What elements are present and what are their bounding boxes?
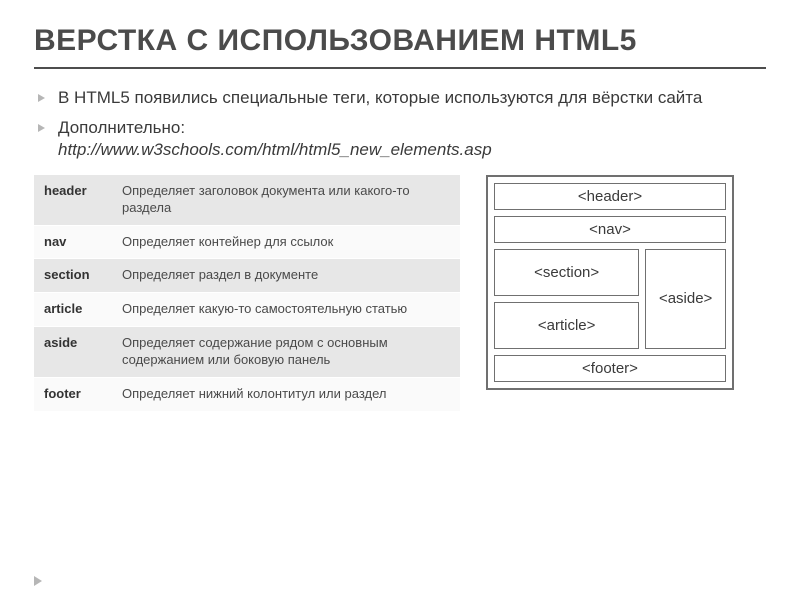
tag-name: header [34, 175, 112, 225]
table-row: article Определяет какую-то самостоятель… [34, 293, 460, 327]
tag-name: aside [34, 327, 112, 378]
tags-table: header Определяет заголовок документа ил… [34, 175, 460, 412]
bullet-link-text: http://www.w3schools.com/html/html5_new_… [58, 139, 766, 161]
tag-desc: Определяет нижний колонтитул или раздел [112, 378, 460, 412]
tag-desc: Определяет какую-то самостоятельную стат… [112, 293, 460, 327]
diagram-article: <article> [494, 302, 639, 349]
tag-name: article [34, 293, 112, 327]
bullet-label: Дополнительно: [58, 117, 766, 139]
layout-diagram: <header> <nav> <section> <article> <asid… [486, 175, 734, 390]
table-row: section Определяет раздел в документе [34, 259, 460, 293]
footer-arrow-icon [34, 576, 42, 586]
tag-desc: Определяет контейнер для ссылок [112, 225, 460, 259]
diagram-header: <header> [494, 183, 726, 210]
diagram-nav: <nav> [494, 216, 726, 243]
diagram-footer: <footer> [494, 355, 726, 382]
table-row: footer Определяет нижний колонтитул или … [34, 378, 460, 412]
tag-desc: Определяет заголовок документа или каког… [112, 175, 460, 225]
bullet-list: В HTML5 появились специальные теги, кото… [38, 87, 766, 161]
table-row: nav Определяет контейнер для ссылок [34, 225, 460, 259]
tag-name: section [34, 259, 112, 293]
tag-name: nav [34, 225, 112, 259]
table-row: header Определяет заголовок документа ил… [34, 175, 460, 225]
diagram-section: <section> [494, 249, 639, 296]
page-title: ВЕРСТКА С ИСПОЛЬЗОВАНИЕМ HTML5 [34, 24, 766, 69]
bullet-item: Дополнительно: http://www.w3schools.com/… [38, 117, 766, 161]
bullet-item: В HTML5 появились специальные теги, кото… [38, 87, 766, 109]
tag-desc: Определяет раздел в документе [112, 259, 460, 293]
table-row: aside Определяет содержание рядом с осно… [34, 327, 460, 378]
tag-name: footer [34, 378, 112, 412]
diagram-aside: <aside> [645, 249, 726, 349]
tag-desc: Определяет содержание рядом с основным с… [112, 327, 460, 378]
